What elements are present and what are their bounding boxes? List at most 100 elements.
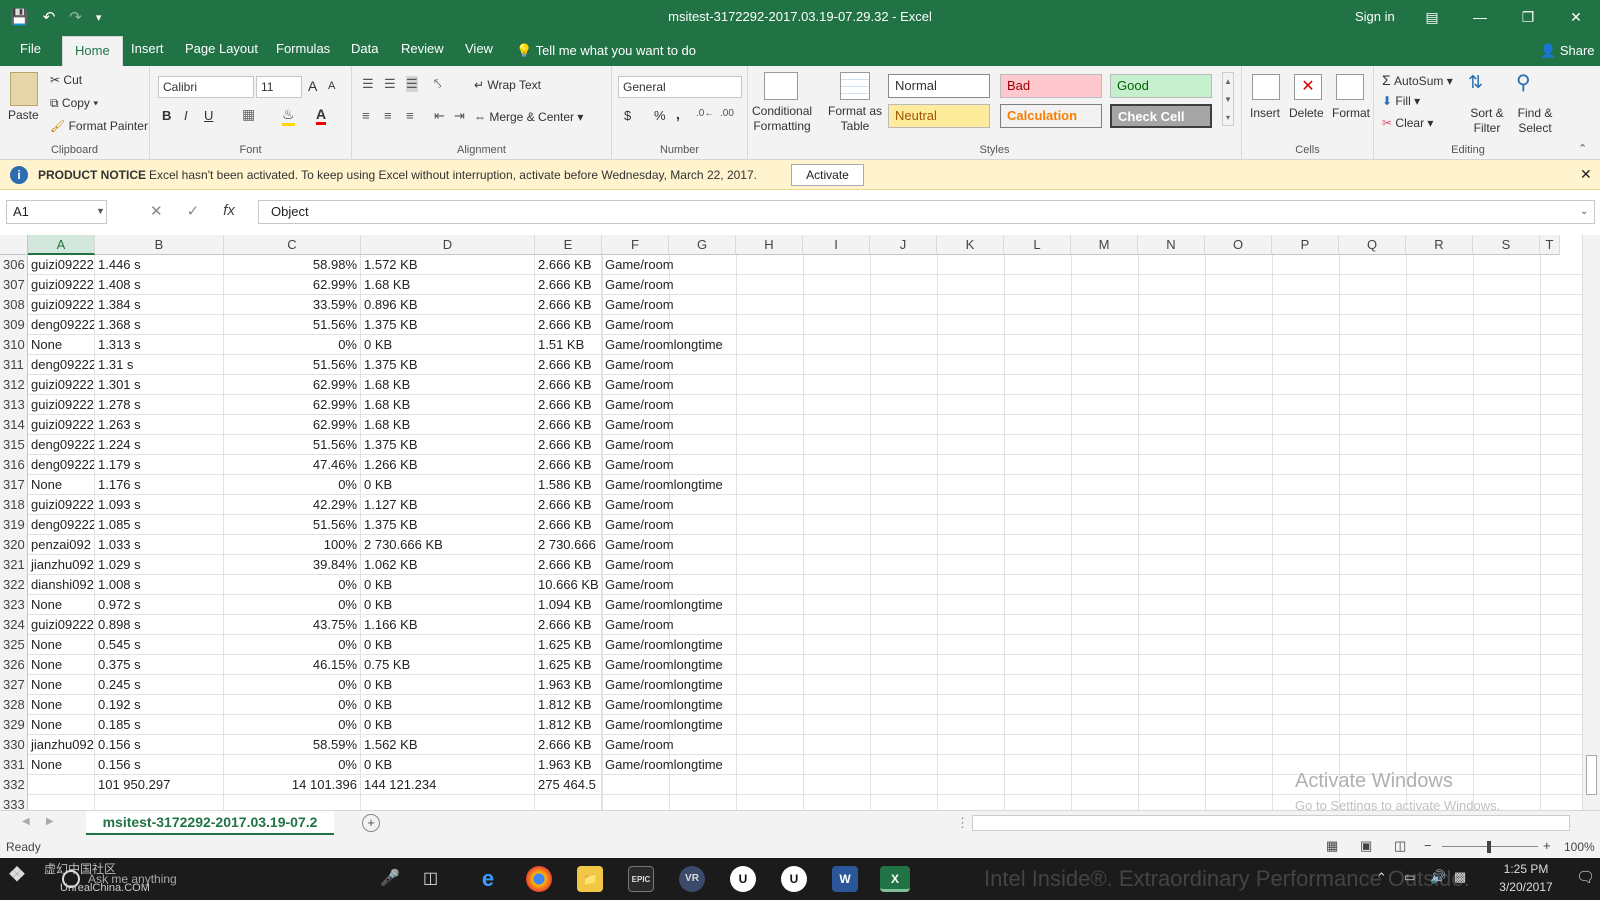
merge-center-button[interactable]: ⇔ Merge & Center ▾ — [474, 110, 583, 124]
tab-view[interactable]: View — [465, 41, 493, 56]
row-header[interactable]: 307 — [0, 275, 28, 295]
cell-a318[interactable]: guizi09222 — [28, 495, 95, 515]
cell-d314[interactable]: 1.68 KB — [361, 415, 535, 435]
column-header-f[interactable]: F — [602, 235, 669, 255]
cell-a306[interactable]: guizi09222 — [28, 255, 95, 275]
cell-a316[interactable]: deng09222 — [28, 455, 95, 475]
unreal-engine-icon[interactable]: U — [730, 866, 756, 892]
cell-d330[interactable]: 1.562 KB — [361, 735, 535, 755]
horizontal-scrollbar[interactable] — [972, 815, 1570, 831]
cell-f327[interactable]: Game/roomlongtime — [602, 675, 736, 695]
cell-e333[interactable] — [535, 795, 602, 810]
cell-b324[interactable]: 0.898 s — [95, 615, 224, 635]
cell-f322[interactable]: Game/room — [602, 575, 736, 595]
cell-d327[interactable]: 0 KB — [361, 675, 535, 695]
cell-b333[interactable] — [95, 795, 224, 810]
cell-e325[interactable]: 1.625 KB — [535, 635, 602, 655]
cell-c319[interactable]: 51.56% — [224, 515, 361, 535]
cell-f324[interactable]: Game/room — [602, 615, 736, 635]
cell-d321[interactable]: 1.062 KB — [361, 555, 535, 575]
tray-chevron-icon[interactable]: ⌃ — [1376, 870, 1387, 886]
styles-scroll-icon[interactable]: ▲ ▼ ▾ — [1222, 72, 1234, 126]
style-calculation[interactable]: Calculation — [1000, 104, 1102, 128]
cell-d325[interactable]: 0 KB — [361, 635, 535, 655]
style-normal[interactable]: Normal — [888, 74, 990, 98]
vertical-scroll-thumb[interactable] — [1586, 755, 1597, 795]
column-header-o[interactable]: O — [1205, 235, 1272, 255]
row-header[interactable]: 317 — [0, 475, 28, 495]
number-format-select[interactable]: General — [618, 76, 742, 98]
cell-f313[interactable]: Game/room — [602, 395, 736, 415]
file-explorer-icon[interactable]: 📁 — [577, 866, 603, 892]
conditional-formatting-icon[interactable] — [764, 72, 798, 100]
excel-taskbar-icon[interactable]: X — [880, 866, 910, 892]
insert-button[interactable]: Insert — [1250, 106, 1280, 120]
column-header-t[interactable]: T — [1540, 235, 1560, 255]
restore-icon[interactable]: ❐ — [1504, 0, 1552, 34]
cell-d316[interactable]: 1.266 KB — [361, 455, 535, 475]
cell-d310[interactable]: 0 KB — [361, 335, 535, 355]
row-header[interactable]: 319 — [0, 515, 28, 535]
cell-c318[interactable]: 42.29% — [224, 495, 361, 515]
cell-d333[interactable] — [361, 795, 535, 810]
cell-d312[interactable]: 1.68 KB — [361, 375, 535, 395]
cell-c330[interactable]: 58.59% — [224, 735, 361, 755]
cell-d320[interactable]: 2 730.666 KB — [361, 535, 535, 555]
cell-c321[interactable]: 39.84% — [224, 555, 361, 575]
cell-a312[interactable]: guizi09222 — [28, 375, 95, 395]
volume-icon[interactable]: 🔊 — [1430, 869, 1446, 885]
cell-a319[interactable]: deng09222 — [28, 515, 95, 535]
cell-f317[interactable]: Game/roomlongtime — [602, 475, 736, 495]
cell-d319[interactable]: 1.375 KB — [361, 515, 535, 535]
tell-me-box[interactable]: 💡 Tell me what you want to do — [516, 43, 696, 59]
cell-b322[interactable]: 1.008 s — [95, 575, 224, 595]
cell-b308[interactable]: 1.384 s — [95, 295, 224, 315]
cell-d313[interactable]: 1.68 KB — [361, 395, 535, 415]
cell-e328[interactable]: 1.812 KB — [535, 695, 602, 715]
formula-input[interactable]: Object — [258, 200, 1595, 224]
collapse-ribbon-icon[interactable]: ⌃ — [1578, 142, 1587, 155]
row-header[interactable]: 333 — [0, 795, 28, 810]
cell-b309[interactable]: 1.368 s — [95, 315, 224, 335]
row-header[interactable]: 326 — [0, 655, 28, 675]
cell-e308[interactable]: 2.666 KB — [535, 295, 602, 315]
tab-home[interactable]: Home — [62, 36, 123, 66]
magnifier-icon[interactable]: ⚲ — [1516, 70, 1531, 95]
row-header[interactable]: 323 — [0, 595, 28, 615]
tab-review[interactable]: Review — [401, 41, 444, 56]
shrink-font-button[interactable]: A — [328, 80, 335, 92]
confirm-entry-icon[interactable]: ✓ — [187, 202, 200, 220]
sort-filter-button[interactable]: Sort & Filter — [1466, 106, 1508, 136]
cell-e327[interactable]: 1.963 KB — [535, 675, 602, 695]
task-view-icon[interactable]: ◫ — [423, 868, 438, 888]
percent-button[interactable]: % — [654, 108, 666, 123]
cell-b313[interactable]: 1.278 s — [95, 395, 224, 415]
row-header[interactable]: 321 — [0, 555, 28, 575]
row-header[interactable]: 313 — [0, 395, 28, 415]
cell-c316[interactable]: 47.46% — [224, 455, 361, 475]
cancel-entry-icon[interactable]: ✕ — [150, 202, 163, 220]
vertical-scrollbar[interactable] — [1582, 235, 1600, 810]
share-button[interactable]: 👤 Share — [1540, 43, 1595, 59]
cut-button[interactable]: ✂ Cut — [50, 73, 82, 87]
cell-f333[interactable] — [602, 795, 736, 810]
style-neutral[interactable]: Neutral — [888, 104, 990, 128]
cell-f306[interactable]: Game/room — [602, 255, 736, 275]
fill-color-icon[interactable]: ♨ — [282, 106, 295, 126]
cell-a320[interactable]: penzai092 — [28, 535, 95, 555]
cell-c306[interactable]: 58.98% — [224, 255, 361, 275]
cell-a314[interactable]: guizi09222 — [28, 415, 95, 435]
align-middle-icon[interactable]: ☰ — [384, 76, 396, 92]
conditional-formatting-button[interactable]: Conditional Formatting — [752, 104, 812, 134]
delete-cells-icon[interactable]: ✕ — [1294, 74, 1322, 100]
font-color-button[interactable]: A — [316, 106, 327, 125]
cell-b325[interactable]: 0.545 s — [95, 635, 224, 655]
add-sheet-icon[interactable]: + — [362, 814, 380, 832]
cell-b318[interactable]: 1.093 s — [95, 495, 224, 515]
cell-f319[interactable]: Game/room — [602, 515, 736, 535]
cell-c317[interactable]: 0% — [224, 475, 361, 495]
cell-e315[interactable]: 2.666 KB — [535, 435, 602, 455]
cell-f318[interactable]: Game/room — [602, 495, 736, 515]
cell-e320[interactable]: 2 730.666 — [535, 535, 602, 555]
cell-b307[interactable]: 1.408 s — [95, 275, 224, 295]
